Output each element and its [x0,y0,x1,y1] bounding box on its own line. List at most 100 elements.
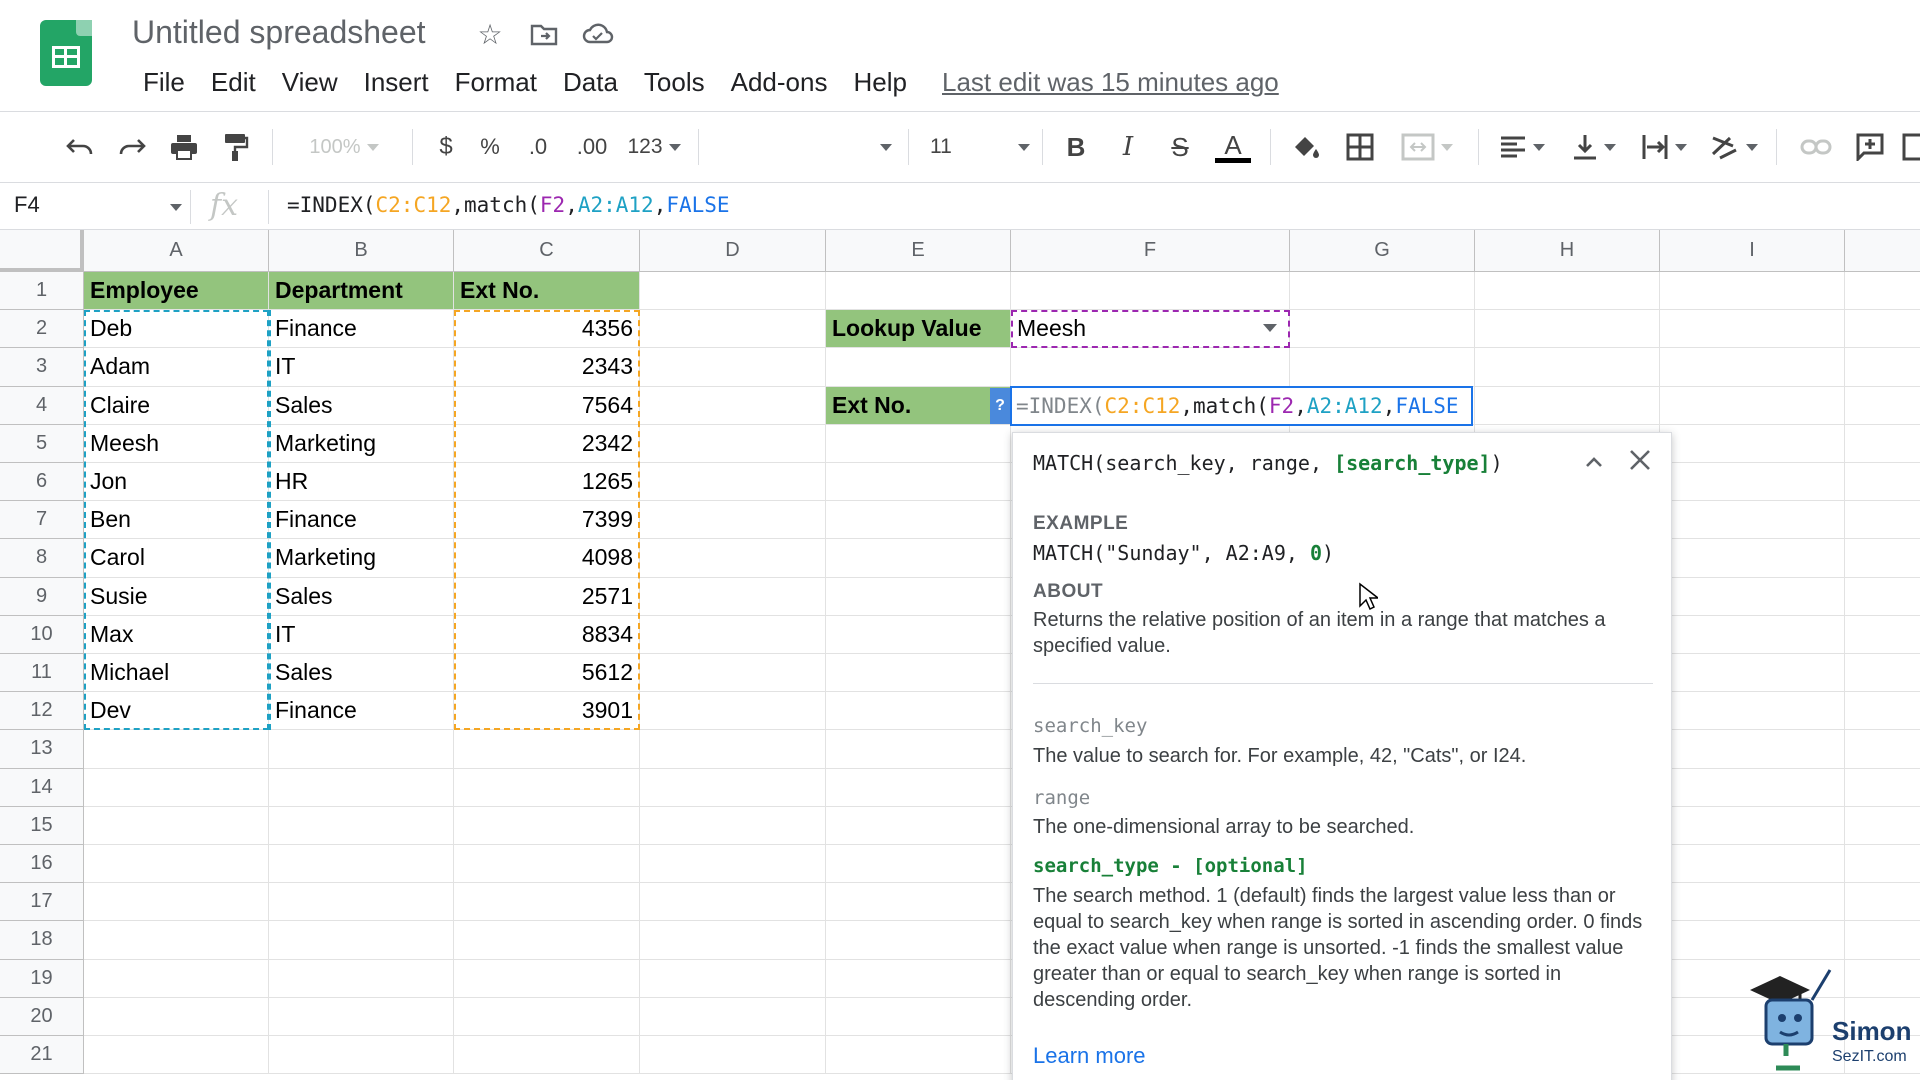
horizontal-align-icon[interactable] [1494,127,1550,167]
grid-cell[interactable] [1845,348,1920,387]
column-header-b[interactable]: B [269,230,454,272]
row-header-4[interactable]: 4 [0,386,84,425]
ext-no-cell[interactable]: 8834 [454,615,640,654]
row-header-11[interactable]: 11 [0,654,84,693]
row-header-18[interactable]: 18 [0,921,84,960]
grid-cell[interactable] [84,997,269,1036]
row-header-20[interactable]: 20 [0,997,84,1036]
grid-cell[interactable] [826,768,1011,807]
ext-no-cell[interactable]: 2342 [454,424,640,463]
grid-cell[interactable] [826,730,1011,769]
grid-cell[interactable] [1845,883,1920,922]
employee-cell[interactable]: Deb [84,310,269,349]
row-header-1[interactable]: 1 [0,272,84,311]
grid-cell[interactable] [1660,654,1845,693]
collapse-chevron-icon[interactable] [1579,447,1609,477]
grid-cell[interactable] [1845,539,1920,578]
grid-cell[interactable] [269,921,454,960]
menu-insert[interactable]: Insert [351,64,442,100]
learn-more-link[interactable]: Learn more [1033,1043,1146,1069]
row-header-9[interactable]: 9 [0,577,84,616]
employee-cell[interactable]: Jon [84,463,269,502]
grid-cell[interactable] [1845,692,1920,731]
grid-cell[interactable] [640,463,826,502]
row-header-7[interactable]: 7 [0,501,84,540]
text-rotation-icon[interactable] [1706,127,1762,167]
grid-cell[interactable] [1290,310,1475,349]
employee-cell[interactable]: Carol [84,539,269,578]
grid-cell[interactable] [84,921,269,960]
column-header-a[interactable]: A [84,230,269,272]
grid-cell[interactable] [826,272,1011,311]
grid-cell[interactable] [826,463,1011,502]
document-title[interactable]: Untitled spreadsheet [132,14,426,51]
text-wrapping-icon[interactable] [1636,127,1692,167]
grid-cell[interactable] [454,883,640,922]
grid-cell[interactable] [826,654,1011,693]
print-icon[interactable] [164,127,204,167]
grid-cell[interactable] [640,997,826,1036]
select-all-corner[interactable] [0,230,84,272]
decrease-decimal-button[interactable]: .0 [518,127,558,167]
borders-icon[interactable] [1340,127,1380,167]
grid-cell[interactable] [1660,272,1845,311]
employee-cell[interactable]: Adam [84,348,269,387]
strikethrough-button[interactable]: S [1162,127,1198,167]
department-cell[interactable]: IT [269,615,454,654]
row-header-8[interactable]: 8 [0,539,84,578]
grid-cell[interactable] [640,348,826,387]
grid-cell[interactable] [826,1036,1011,1075]
grid-cell[interactable] [1660,768,1845,807]
ext-no-cell[interactable]: 2571 [454,577,640,616]
merge-cells-icon[interactable] [1392,127,1462,167]
ext-no-cell[interactable]: 5612 [454,654,640,693]
menu-tools[interactable]: Tools [631,64,718,100]
grid-cell[interactable] [640,424,826,463]
row-header-15[interactable]: 15 [0,806,84,845]
grid-cell[interactable] [640,310,826,349]
department-cell[interactable]: IT [269,348,454,387]
active-cell-editor[interactable]: =INDEX(C2:C12 ,match(F2, A2:A12, FALSE [1010,385,1473,426]
currency-format-button[interactable]: $ [428,127,464,167]
employee-cell[interactable]: Ben [84,501,269,540]
grid-cell[interactable] [1290,348,1475,387]
more-formats-select[interactable]: 123 [624,127,684,167]
column-header-i[interactable]: I [1660,230,1845,272]
grid-cell[interactable] [1845,425,1920,463]
formula-input[interactable]: =INDEX(C2:C12,match(F2,A2:A12,FALSE [287,193,730,217]
column-header-c[interactable]: C [454,230,640,272]
bold-button[interactable]: B [1058,127,1094,167]
menu-data[interactable]: Data [550,64,631,100]
name-box[interactable]: F4 [14,192,40,218]
department-cell[interactable]: Marketing [269,539,454,578]
grid-cell[interactable] [1845,654,1920,693]
grid-cell[interactable] [1660,539,1845,578]
menu-help[interactable]: Help [840,64,919,100]
department-cell[interactable]: Sales [269,654,454,693]
italic-button[interactable]: I [1110,127,1146,167]
undo-icon[interactable] [60,127,100,167]
employee-cell[interactable]: Max [84,615,269,654]
grid-cell[interactable] [826,577,1011,616]
table-header-cell[interactable]: Employee [84,272,269,311]
grid-cell[interactable] [1660,310,1845,349]
grid-cell[interactable] [826,348,1011,387]
employee-cell[interactable]: Claire [84,386,269,425]
grid-cell[interactable] [826,615,1011,654]
grid-cell[interactable] [454,768,640,807]
sheets-logo-icon[interactable] [40,20,92,86]
grid-cell[interactable] [1660,730,1845,769]
vertical-align-icon[interactable] [1566,127,1622,167]
grid-cell[interactable] [269,959,454,998]
department-cell[interactable]: HR [269,463,454,502]
insert-link-icon[interactable] [1796,127,1836,167]
grid-cell[interactable] [640,386,826,425]
column-header-h[interactable]: H [1475,230,1660,272]
row-header-19[interactable]: 19 [0,959,84,998]
cloud-status-icon[interactable] [582,18,614,50]
grid-cell[interactable] [640,692,826,731]
row-header-2[interactable]: 2 [0,310,84,349]
row-header-16[interactable]: 16 [0,845,84,884]
menu-add-ons[interactable]: Add-ons [718,64,841,100]
grid-cell[interactable] [640,615,826,654]
